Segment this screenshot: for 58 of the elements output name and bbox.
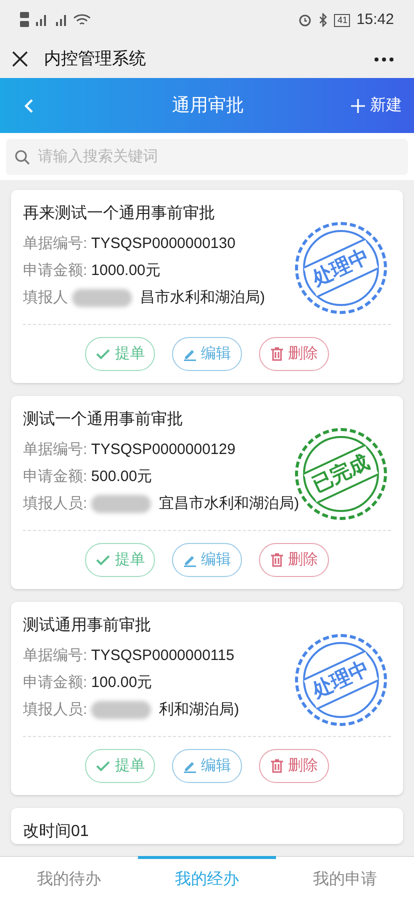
bottom-tab[interactable]: 我的待办 [0,856,138,900]
bottom-tab[interactable]: 我的申请 [276,856,414,900]
card-title: 改时间01 [23,822,90,842]
close-icon[interactable] [12,51,28,67]
bluetooth-icon [318,13,328,27]
plus-icon [350,98,366,114]
status-stamp: 处理中 [295,634,387,726]
card-title: 测试一个通用事前审批 [23,410,184,430]
card-title: 测试通用事前审批 [23,616,152,636]
field-label: 申请金额: [23,467,88,487]
page-title: 通用审批 [171,94,245,117]
action-button[interactable]: 编辑 [172,543,242,577]
trash-icon [270,759,284,773]
action-button[interactable]: 删除 [259,337,329,371]
trash-icon [270,347,284,361]
field-value: TYSQSP0000000130 [91,234,236,254]
action-button[interactable]: 提单 [85,543,155,577]
field-label: 申请金额: [23,673,88,693]
pencil-icon [183,347,197,361]
field-label: 申请金额: [23,261,88,281]
field-label: 单据编号: [23,440,88,460]
new-button[interactable]: 新建 [350,94,402,118]
search-field[interactable]: 请输入搜索关键词 [6,138,408,174]
field-label: 单据编号: [23,646,88,666]
action-button[interactable]: 删除 [259,749,329,783]
more-icon[interactable] [374,56,394,62]
pencil-icon [183,553,197,567]
battery-level: 41 [334,14,350,26]
field-label: 填报人 [23,288,68,308]
clock-time: 15:42 [356,10,394,30]
back-icon[interactable] [24,98,34,114]
action-button[interactable]: 提单 [85,337,155,371]
alarm-icon [298,13,312,27]
approval-card[interactable]: 测试一个通用事前审批 单据编号: TYSQSP0000000129 申请金额: 500.00元 填报人员: 宜昌市水利和湖泊局) 已完成 提单 编辑 删除 [11,396,403,589]
bottom-tab[interactable]: 我的经办 [138,856,276,900]
trash-icon [270,553,284,567]
field-value: 1000.00元 [91,261,160,281]
card-title: 再来测试一个通用事前审批 [23,204,216,224]
field-label: 单据编号: [23,234,88,254]
field-value: TYSQSP0000000115 [91,646,234,666]
field-value: 100.00元 [91,673,152,693]
field-value: 500.00元 [91,467,152,487]
approval-card[interactable]: 再来测试一个通用事前审批 单据编号: TYSQSP0000000130 申请金额: 1000.00元 填报人 昌市水利和湖泊局) 处理中 提单 编辑 删除 [11,190,403,383]
field-value: 昌市水利和湖泊局) [140,288,265,308]
approval-card[interactable]: 测试通用事前审批 单据编号: TYSQSP0000000115 申请金额: 100.00元 填报人员: 利和湖泊局) 处理中 提单 编辑 删除 [11,602,403,795]
approval-card[interactable]: 改时间01 [11,808,403,844]
field-value: TYSQSP0000000129 [91,440,236,460]
field-label: 填报人员: [23,700,88,720]
status-stamp: 处理中 [295,222,387,314]
field-label: 填报人员: [23,494,88,514]
pencil-icon [183,759,197,773]
action-button[interactable]: 编辑 [172,749,242,783]
field-value: 利和湖泊局) [159,700,240,720]
app-title: 内控管理系统 [44,48,146,70]
action-button[interactable]: 编辑 [172,337,242,371]
search-icon [14,148,30,164]
action-button[interactable]: 删除 [259,543,329,577]
action-button[interactable]: 提单 [85,749,155,783]
